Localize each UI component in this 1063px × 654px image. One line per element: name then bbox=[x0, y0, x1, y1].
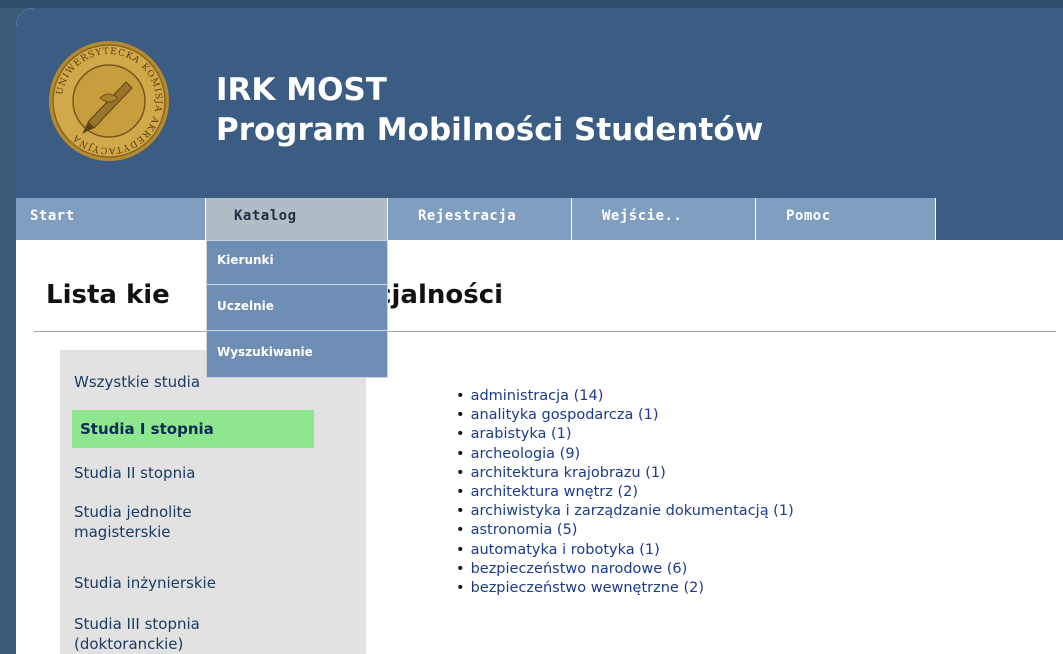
tab-katalog[interactable]: Katalog bbox=[206, 198, 388, 240]
site-header: UNIWERSYTECKA KOMISJA AKREDYTACYJNA IRK … bbox=[16, 8, 1063, 198]
page: UNIWERSYTECKA KOMISJA AKREDYTACYJNA IRK … bbox=[16, 8, 1063, 654]
menu-item-wyszukiwanie[interactable]: Wyszukiwanie bbox=[207, 333, 387, 377]
sidebar-item-jednolite-magisterskie[interactable]: Studia jednolite magisterskie bbox=[74, 502, 234, 542]
list-item[interactable]: • automatyka i robotyka (1) bbox=[456, 541, 794, 560]
katalog-dropdown-menu: Kierunki Uczelnie Wyszukiwanie bbox=[206, 240, 388, 378]
list-item[interactable]: • archiwistyka i zarządzanie dokumentacją… bbox=[456, 502, 794, 521]
sidebar-item-studia-i-stopnia[interactable]: Studia I stopnia bbox=[72, 410, 314, 448]
sidebar-item-studia-ii-stopnia[interactable]: Studia II stopnia bbox=[74, 463, 314, 483]
tab-wejscie[interactable]: Wejście.. bbox=[572, 198, 756, 240]
list-item[interactable]: • architektura krajobrazu (1) bbox=[456, 464, 794, 483]
list-item[interactable]: • administracja (14) bbox=[456, 387, 794, 406]
tab-pomoc[interactable]: Pomoc bbox=[756, 198, 936, 240]
list-item[interactable]: • arabistyka (1) bbox=[456, 425, 794, 444]
menu-item-kierunki[interactable]: Kierunki bbox=[207, 241, 387, 285]
study-level-sidebar: Wszystkie studia Studia I stopnia Studia… bbox=[60, 350, 366, 654]
majors-list: • administracja (14) • analityka gospodarc… bbox=[456, 387, 794, 598]
list-item[interactable]: • analityka gospodarcza (1) bbox=[456, 406, 794, 425]
divider bbox=[34, 331, 1056, 332]
list-item[interactable]: • bezpieczeństwo wewnętrzne (2) bbox=[456, 579, 794, 598]
main-navigation: Start Katalog Rejestracja Wejście.. Pomo… bbox=[16, 198, 1063, 240]
site-title: IRK MOST bbox=[216, 72, 387, 108]
sidebar-item-inzynierskie[interactable]: Studia inżynierskie bbox=[74, 573, 314, 593]
list-item[interactable]: • astronomia (5) bbox=[456, 521, 794, 540]
nav-filler bbox=[936, 198, 1063, 240]
list-item[interactable]: • architektura wnętrz (2) bbox=[456, 483, 794, 502]
list-item[interactable]: • bezpieczeństwo narodowe (6) bbox=[456, 560, 794, 579]
accreditation-seal-logo: UNIWERSYTECKA KOMISJA AKREDYTACYJNA bbox=[49, 41, 169, 161]
list-item[interactable]: • archeologia (9) bbox=[456, 445, 794, 464]
tab-rejestracja[interactable]: Rejestracja bbox=[388, 198, 572, 240]
tab-start[interactable]: Start bbox=[16, 198, 206, 240]
sidebar-item-iii-stopnia[interactable]: Studia III stopnia (doktoranckie) bbox=[74, 614, 234, 654]
top-band bbox=[0, 0, 1063, 8]
menu-item-uczelnie[interactable]: Uczelnie bbox=[207, 287, 387, 331]
site-subtitle: Program Mobilności Studentów bbox=[216, 112, 764, 148]
